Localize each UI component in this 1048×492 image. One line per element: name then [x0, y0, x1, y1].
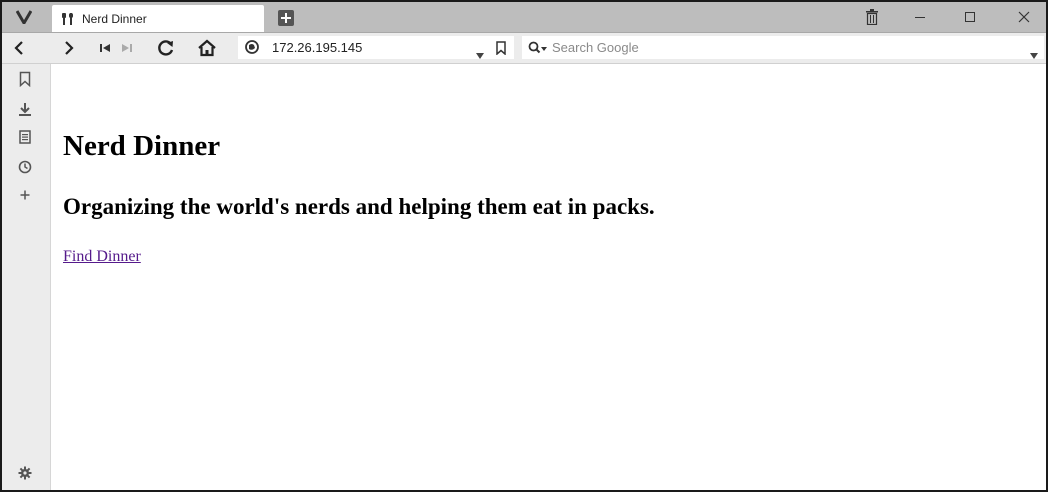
side-panel [2, 64, 51, 490]
reload-button[interactable] [152, 33, 180, 63]
chevron-right-icon [65, 41, 74, 55]
add-web-panel-button[interactable] [2, 184, 48, 206]
fast-forward-button[interactable] [116, 33, 138, 63]
tab-title: Nerd Dinner [82, 11, 147, 26]
find-dinner-link[interactable]: Find Dinner [63, 248, 141, 266]
plus-icon [20, 190, 30, 200]
bookmarks-panel-button[interactable] [2, 68, 48, 90]
trash-icon [866, 9, 878, 25]
bookmark-icon [19, 71, 31, 87]
search-dropdown-icon[interactable] [1030, 44, 1038, 59]
reload-icon [158, 40, 174, 56]
page-content: Nerd Dinner Organizing the world's nerds… [51, 64, 1046, 490]
search-engine-icon[interactable] [528, 40, 548, 54]
settings-button[interactable] [2, 462, 48, 484]
fork-knife-icon [60, 11, 76, 27]
close-icon [1018, 11, 1030, 23]
rewind-icon [100, 44, 110, 52]
download-icon [19, 103, 31, 116]
close-window-button[interactable] [1004, 2, 1044, 32]
home-icon [198, 39, 216, 57]
address-field[interactable]: 172.26.195.145 [238, 36, 514, 59]
history-clock-icon [18, 160, 32, 174]
back-button[interactable] [6, 33, 32, 63]
rewind-button[interactable] [94, 33, 116, 63]
site-info-icon[interactable] [244, 39, 260, 55]
page-tagline: Organizing the world's nerds and helping… [63, 194, 655, 219]
tab-bar: Nerd Dinner [2, 2, 1046, 33]
gear-icon [18, 466, 32, 480]
notes-panel-button[interactable] [2, 126, 48, 148]
browser-window: Nerd Dinner 172.26.195.145 Search Google… [0, 0, 1048, 492]
notes-icon [19, 130, 31, 144]
history-panel-button[interactable] [2, 156, 48, 178]
trash-button[interactable] [852, 2, 892, 32]
bookmark-page-icon[interactable] [496, 40, 508, 56]
address-dropdown-icon[interactable] [476, 44, 484, 59]
page-heading: Nerd Dinner [63, 130, 221, 162]
new-tab-button[interactable] [278, 10, 294, 26]
downloads-panel-button[interactable] [2, 98, 48, 120]
vivaldi-menu-button[interactable] [2, 2, 46, 32]
maximize-button[interactable] [950, 2, 990, 32]
tab-active[interactable]: Nerd Dinner [52, 5, 264, 32]
minimize-button[interactable] [900, 2, 940, 32]
search-field[interactable]: Search Google [522, 36, 1044, 59]
fast-forward-icon [122, 44, 132, 52]
maximize-icon [965, 12, 975, 22]
minimize-icon [915, 17, 925, 18]
home-button[interactable] [192, 33, 222, 63]
plus-icon [281, 13, 291, 23]
search-placeholder: Search Google [552, 40, 639, 55]
vivaldi-logo-icon [16, 10, 32, 24]
chevron-left-icon [14, 41, 23, 55]
forward-button[interactable] [56, 33, 82, 63]
url-text: 172.26.195.145 [272, 40, 363, 55]
address-bar-row: 172.26.195.145 Search Google [2, 33, 1046, 64]
